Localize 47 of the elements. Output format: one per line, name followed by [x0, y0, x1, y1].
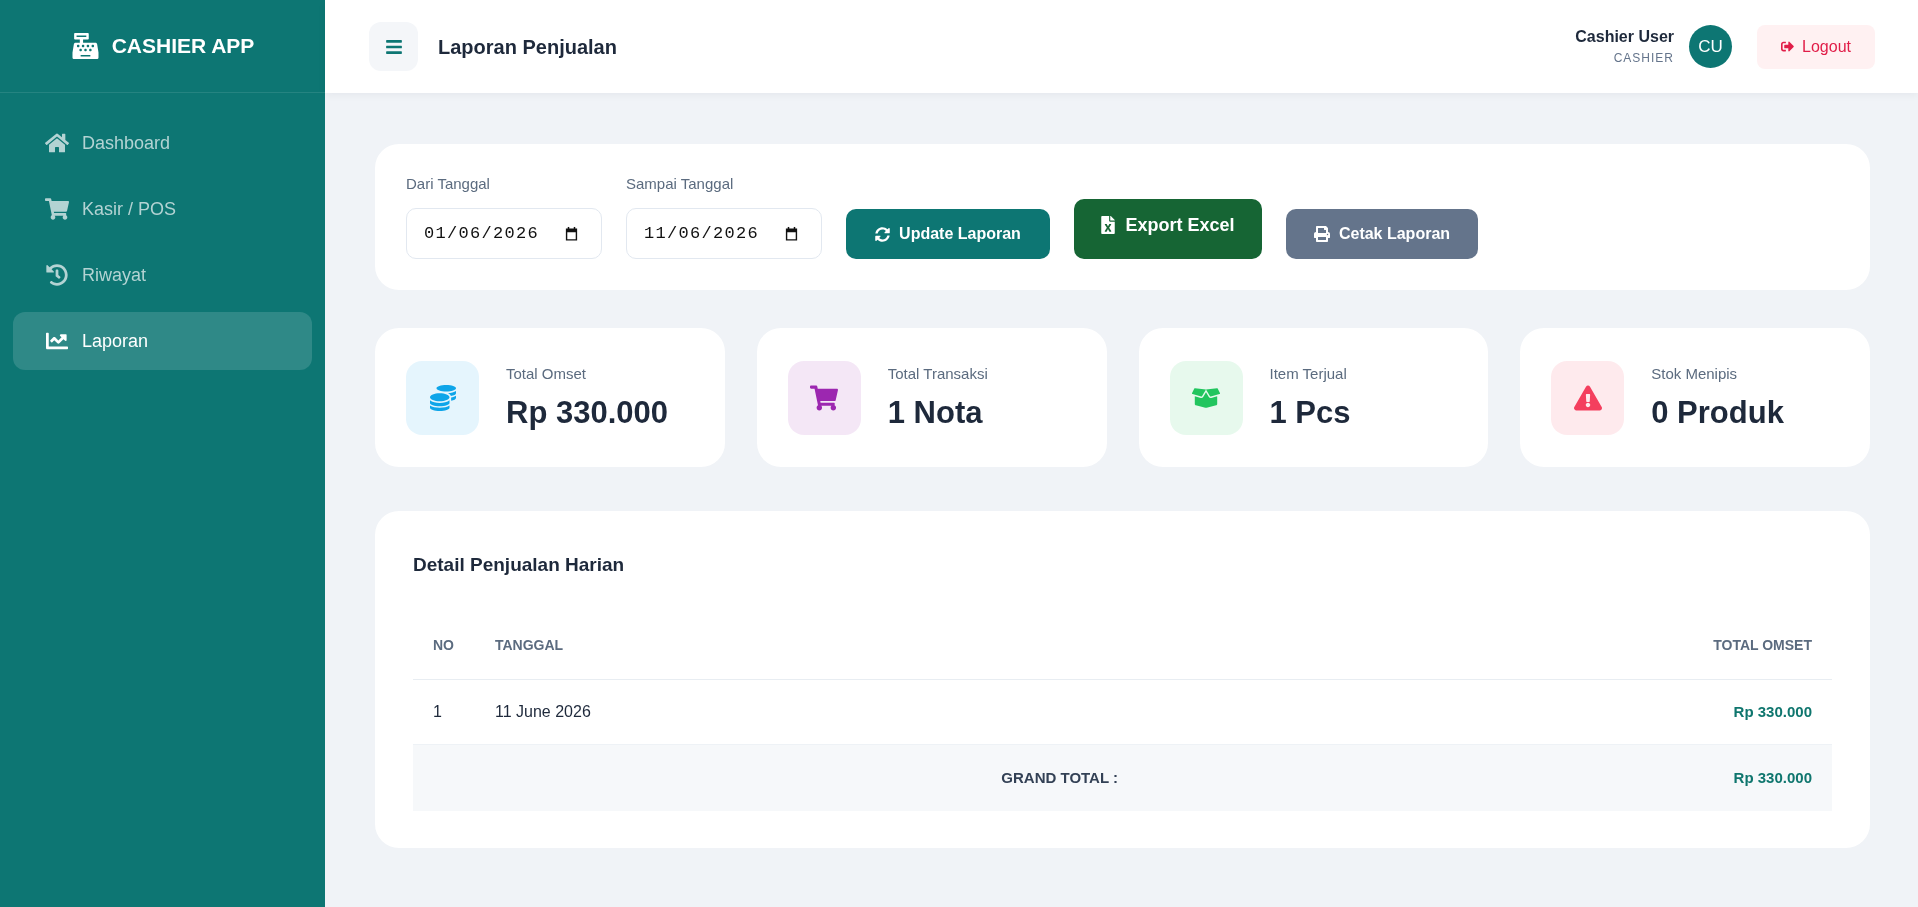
nav-item[interactable]: Riwayat — [13, 246, 312, 304]
home-icon — [45, 132, 69, 154]
stat-label: Total Transaksi — [887, 364, 988, 384]
print-report-button[interactable]: Cetak Laporan — [1286, 209, 1478, 259]
stat-value: Rp 330.000 — [506, 395, 668, 431]
field-label: Sampai Tanggal — [626, 174, 735, 194]
table-cell: Rp 330.000 — [1138, 679, 1832, 745]
menu-icon — [384, 37, 403, 56]
update-report-button[interactable]: Update Laporan — [846, 209, 1050, 259]
stat-value: 1 Nota — [887, 395, 984, 431]
table-cell: 1 — [413, 679, 475, 745]
nav-item[interactable]: Dashboard — [13, 114, 312, 172]
grand-total-value: Rp 330.000 — [1138, 744, 1832, 811]
column-header: TANGGAL — [475, 611, 1138, 680]
stat-label: Total Omset — [506, 364, 588, 384]
table-title: Detail Penjualan Harian — [413, 554, 626, 576]
logout-button[interactable]: Logout — [1757, 24, 1875, 69]
spreadsheet-file-icon — [1101, 216, 1116, 234]
logout-icon — [1781, 40, 1795, 53]
nav-item[interactable]: Kasir / POS — [13, 180, 312, 238]
user-role: CASHIER — [1613, 49, 1674, 67]
field-label: Dari Tanggal — [406, 174, 491, 194]
printer-icon — [1313, 226, 1330, 242]
table-cell: 11 June 2026 — [475, 679, 1138, 745]
export-excel-button[interactable]: Export Excel — [1074, 199, 1262, 259]
line-chart-icon — [45, 330, 69, 352]
calendar-icon[interactable] — [564, 225, 579, 242]
cash-register-icon — [70, 33, 100, 59]
user-name: Cashier User — [1575, 26, 1674, 47]
calendar-icon[interactable] — [784, 225, 799, 242]
refresh-icon — [875, 226, 891, 242]
column-header: NO — [413, 611, 475, 680]
date-field[interactable]: 01/06/2026 — [406, 208, 602, 259]
stat-label: Stok Menipis — [1651, 364, 1739, 384]
page-title: Laporan Penjualan — [438, 34, 617, 60]
brand-name: CASHIER APP — [111, 33, 255, 60]
stat-value: 0 Produk — [1651, 395, 1784, 431]
cart-icon — [45, 198, 69, 220]
stat-label: Item Terjual — [1269, 364, 1348, 384]
date-field[interactable]: 11/06/2026 — [626, 208, 822, 259]
grand-total-label: GRAND TOTAL : — [413, 744, 1138, 811]
history-icon — [45, 264, 69, 286]
user-avatar: CU — [1689, 25, 1732, 68]
menu-button[interactable] — [369, 22, 418, 71]
nav-item[interactable]: Laporan — [13, 312, 312, 370]
stat-value: 1 Pcs — [1269, 395, 1351, 431]
column-header: TOTAL OMSET — [1138, 611, 1832, 680]
